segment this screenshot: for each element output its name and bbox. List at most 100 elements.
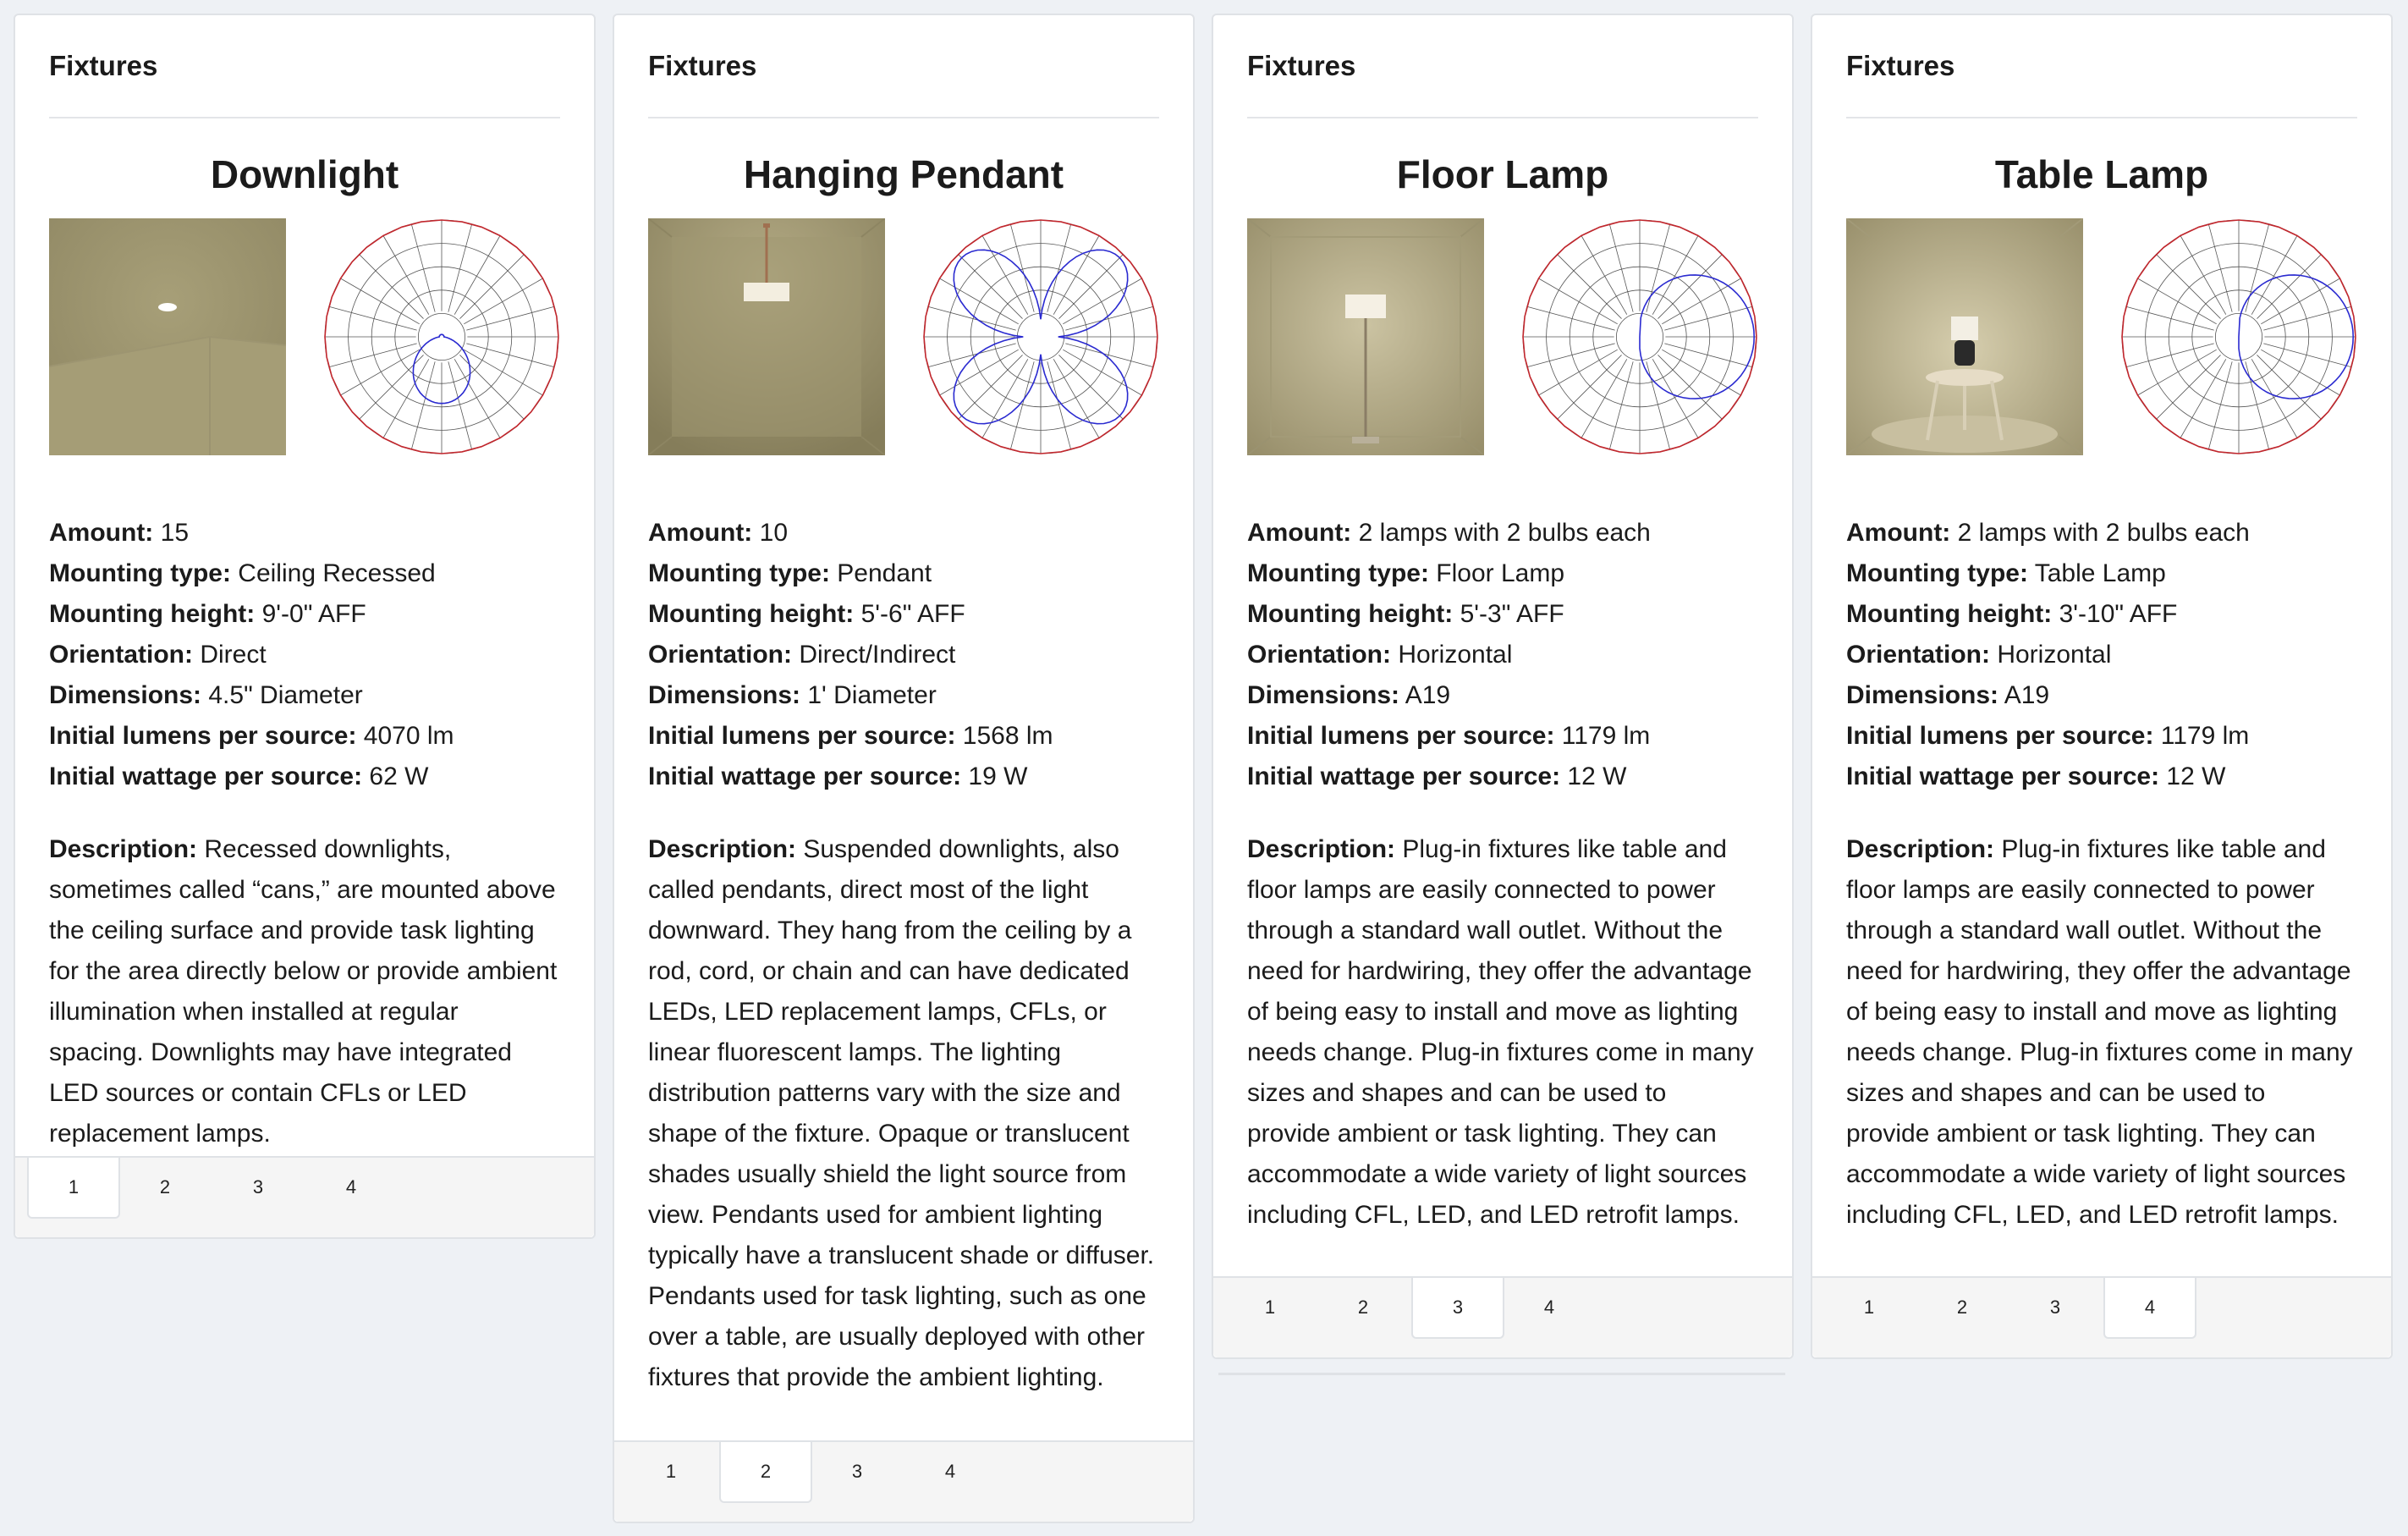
spec-mounting-height: Mounting height: 3'-10" AFF <box>1846 594 2357 635</box>
tab-4[interactable]: 4 <box>905 1442 995 1501</box>
tab-3[interactable]: 3 <box>812 1442 902 1501</box>
fixture-title: Table Lamp <box>1994 152 2209 196</box>
spec-label: Mounting height: <box>1846 600 2053 628</box>
pendant-room-image <box>648 218 885 455</box>
spec-orientation: Orientation: Direct <box>49 635 560 675</box>
tab-1[interactable]: 1 <box>626 1442 716 1501</box>
spec-mounting-height: Mounting height: 5'-6" AFF <box>648 594 1159 635</box>
description-text: Plug-in fixtures like table and floor la… <box>1247 835 1754 1229</box>
fixture-title: Hanging Pendant <box>743 152 1064 196</box>
floor-lamp-polar-diagram <box>1522 219 1757 454</box>
fixture-description: Description: Plug-in fixtures like table… <box>1247 829 1757 1236</box>
spec-lumens: Initial lumens per source: 1568 lm <box>648 716 1159 757</box>
spec-value: Horizontal <box>1391 641 1513 669</box>
spec-dimensions: Dimensions: 4.5" Diameter <box>49 675 560 716</box>
spec-label: Amount: <box>1247 519 1352 547</box>
spec-label: Initial lumens per source: <box>1247 722 1555 750</box>
spec-label: Mounting type: <box>1846 559 2028 587</box>
spec-label: Initial wattage per source: <box>648 762 962 790</box>
spec-value: 15 <box>153 519 190 547</box>
spec-value: 2 lamps with 2 bulbs each <box>1351 519 1651 547</box>
tab-3[interactable]: 3 <box>1411 1278 1504 1339</box>
spec-value: 12 W <box>2159 762 2226 790</box>
spec-label: Initial wattage per source: <box>49 762 363 790</box>
spec-value: A19 <box>1399 681 1451 709</box>
tab-2[interactable]: 2 <box>1318 1278 1408 1337</box>
tab-3[interactable]: 3 <box>2010 1278 2100 1337</box>
spec-label: Initial lumens per source: <box>1846 722 2154 750</box>
card-header: Fixtures <box>1247 15 1758 118</box>
spec-value: 4.5" Diameter <box>201 681 363 709</box>
spec-label: Initial lumens per source: <box>49 722 357 750</box>
spec-label: Mounting height: <box>1247 600 1454 628</box>
spec-value: Direct/Indirect <box>792 641 956 669</box>
tab-4[interactable]: 4 <box>1504 1278 1594 1337</box>
fixture-description: Description: Suspended downlights, also … <box>648 829 1157 1398</box>
spec-label: Dimensions: <box>1846 681 1999 709</box>
spec-value: 12 W <box>1560 762 1627 790</box>
tab-2[interactable]: 2 <box>1917 1278 2007 1337</box>
spec-list: Amount: 2 lamps with 2 bulbs each Mounti… <box>1247 513 1758 797</box>
spec-wattage: Initial wattage per source: 19 W <box>648 757 1159 797</box>
pagination-tabs: 1 2 3 4 <box>1213 1276 1792 1357</box>
spec-label: Orientation: <box>49 641 193 669</box>
spec-list: Amount: 15 Mounting type: Ceiling Recess… <box>49 513 560 797</box>
floor-lamp-room-image <box>1247 218 1484 455</box>
polar-grid <box>324 219 559 454</box>
spec-mounting-type: Mounting type: Ceiling Recessed <box>49 553 560 594</box>
pagination-tabs: 1 2 3 4 <box>15 1156 594 1237</box>
tab-4[interactable]: 4 <box>306 1158 396 1217</box>
spec-amount: Amount: 15 <box>49 513 560 553</box>
spec-label: Amount: <box>1846 519 1951 547</box>
spec-value: Ceiling Recessed <box>230 559 436 587</box>
spec-mounting-type: Mounting type: Table Lamp <box>1846 553 2357 594</box>
spec-value: 10 <box>752 519 789 547</box>
spec-value: 2 lamps with 2 bulbs each <box>1950 519 2250 547</box>
spec-dimensions: Dimensions: A19 <box>1846 675 2357 716</box>
spec-value: Floor Lamp <box>1428 559 1565 587</box>
spec-label: Orientation: <box>1247 641 1391 669</box>
spec-value: A19 <box>1998 681 2050 709</box>
fixture-description: Description: Plug-in fixtures like table… <box>1846 829 2356 1236</box>
spec-value: 5'-6" AFF <box>854 600 965 628</box>
spec-label: Dimensions: <box>49 681 202 709</box>
spec-label: Mounting height: <box>648 600 855 628</box>
card-header: Fixtures <box>49 15 560 118</box>
downlight-polar-diagram <box>324 219 559 454</box>
tab-1[interactable]: 1 <box>1824 1278 1914 1337</box>
spec-lumens: Initial lumens per source: 1179 lm <box>1247 716 1758 757</box>
polar-grid <box>923 219 1158 454</box>
spec-label: Initial wattage per source: <box>1846 762 2160 790</box>
card-shadow-divider <box>1218 1373 1785 1375</box>
spec-label: Amount: <box>49 519 154 547</box>
tab-2[interactable]: 2 <box>719 1442 812 1503</box>
description-text: Plug-in fixtures like table and floor la… <box>1846 835 2353 1229</box>
tab-2[interactable]: 2 <box>120 1158 210 1217</box>
fixture-description: Description: Recessed downlights, someti… <box>49 829 558 1154</box>
pagination-tabs: 1 2 3 4 <box>1812 1276 2391 1357</box>
spec-value: 1179 lm <box>1554 722 1651 750</box>
fixture-card-hanging-pendant: Fixtures Hanging Pendant Amount: 10 Moun… <box>613 14 1195 1523</box>
pagination-tabs: 1 2 3 4 <box>614 1440 1193 1522</box>
description-text: Recessed downlights, sometimes called “c… <box>49 835 558 1148</box>
spec-value: 1' Diameter <box>800 681 937 709</box>
tab-3[interactable]: 3 <box>213 1158 303 1217</box>
spec-value: 19 W <box>961 762 1028 790</box>
description-label: Description: <box>49 835 198 863</box>
spec-label: Amount: <box>648 519 753 547</box>
spec-orientation: Orientation: Direct/Indirect <box>648 635 1159 675</box>
spec-value: 1568 lm <box>955 722 1053 750</box>
tab-1[interactable]: 1 <box>27 1158 120 1219</box>
fixture-card-table-lamp: Fixtures Table Lamp Amount: 2 lamps with… <box>1811 14 2393 1359</box>
downlight-room-image <box>49 218 286 455</box>
card-header: Fixtures <box>648 15 1159 118</box>
spec-value: 9'-0" AFF <box>255 600 366 628</box>
spec-lumens: Initial lumens per source: 1179 lm <box>1846 716 2357 757</box>
spec-wattage: Initial wattage per source: 12 W <box>1846 757 2357 797</box>
spec-list: Amount: 2 lamps with 2 bulbs each Mounti… <box>1846 513 2357 797</box>
spec-value: 1179 lm <box>2153 722 2250 750</box>
tab-1[interactable]: 1 <box>1225 1278 1315 1337</box>
description-text: Suspended downlights, also called pendan… <box>648 835 1155 1391</box>
tab-4[interactable]: 4 <box>2103 1278 2196 1339</box>
spec-value: Pendant <box>829 559 932 587</box>
